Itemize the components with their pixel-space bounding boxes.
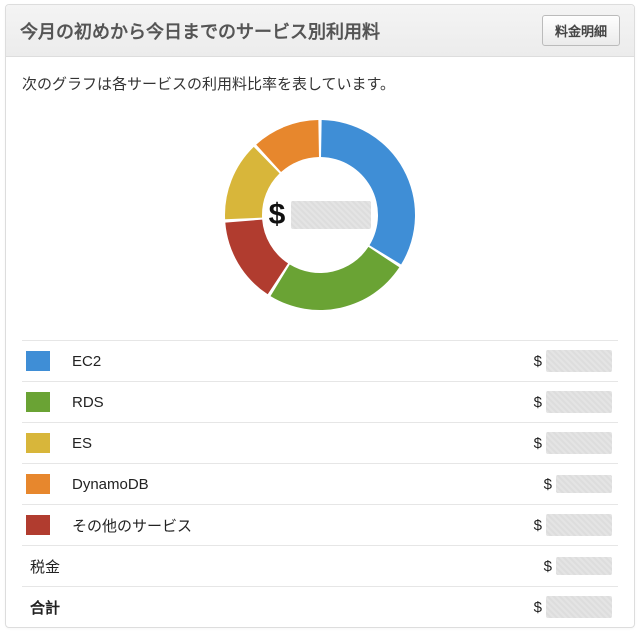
currency-symbol: $ [534,517,542,534]
card-subtitle: 次のグラフは各サービスの利用料比率を表しています。 [22,73,618,94]
amount: $ [544,475,618,493]
legend-label: ES [72,435,534,452]
center-amount-redacted [291,201,371,229]
currency-symbol: $ [534,435,542,452]
amount-redacted [546,432,612,454]
card-body: 次のグラフは各サービスの利用料比率を表しています。 $ EC2$RDS$ES$D… [6,57,634,627]
legend-row: EC2$ [22,341,618,382]
card-title: 今月の初めから今日までのサービス別利用料 [20,18,380,44]
legend-row: ES$ [22,423,618,464]
amount-redacted [556,475,612,493]
currency-symbol: $ [534,353,542,370]
amount: $ [534,350,618,372]
currency-symbol: $ [534,394,542,411]
legend-label: DynamoDB [72,476,544,493]
legend-label: その他のサービス [72,515,534,536]
color-swatch [26,392,50,412]
tax-label: 税金 [30,556,544,577]
legend-row: DynamoDB$ [22,464,618,505]
donut-center: $ [215,110,425,320]
legend-row: その他のサービス$ [22,505,618,546]
currency-symbol: $ [534,599,542,616]
currency-symbol: $ [544,476,552,493]
legend-row: RDS$ [22,382,618,423]
legend-list: EC2$RDS$ES$DynamoDB$その他のサービス$税金$合計$ [22,340,618,627]
total-row: 合計$ [22,587,618,627]
color-swatch [26,474,50,494]
currency-symbol: $ [544,558,552,575]
amount-redacted [546,514,612,536]
tax-row: 税金$ [22,546,618,587]
legend-label: RDS [72,394,534,411]
amount-redacted [546,391,612,413]
center-currency-symbol: $ [269,198,286,232]
amount: $ [544,557,618,575]
color-swatch [26,351,50,371]
color-swatch [26,433,50,453]
donut-chart: $ [215,110,425,320]
amount: $ [534,432,618,454]
color-swatch [26,515,50,535]
billing-details-button[interactable]: 料金明細 [542,15,620,46]
amount: $ [534,391,618,413]
amount: $ [534,514,618,536]
amount-redacted [556,557,612,575]
card-header: 今月の初めから今日までのサービス別利用料 料金明細 [6,5,634,57]
legend-label: EC2 [72,353,534,370]
total-label: 合計 [30,597,534,618]
billing-card: 今月の初めから今日までのサービス別利用料 料金明細 次のグラフは各サービスの利用… [5,4,635,628]
amount-redacted [546,350,612,372]
